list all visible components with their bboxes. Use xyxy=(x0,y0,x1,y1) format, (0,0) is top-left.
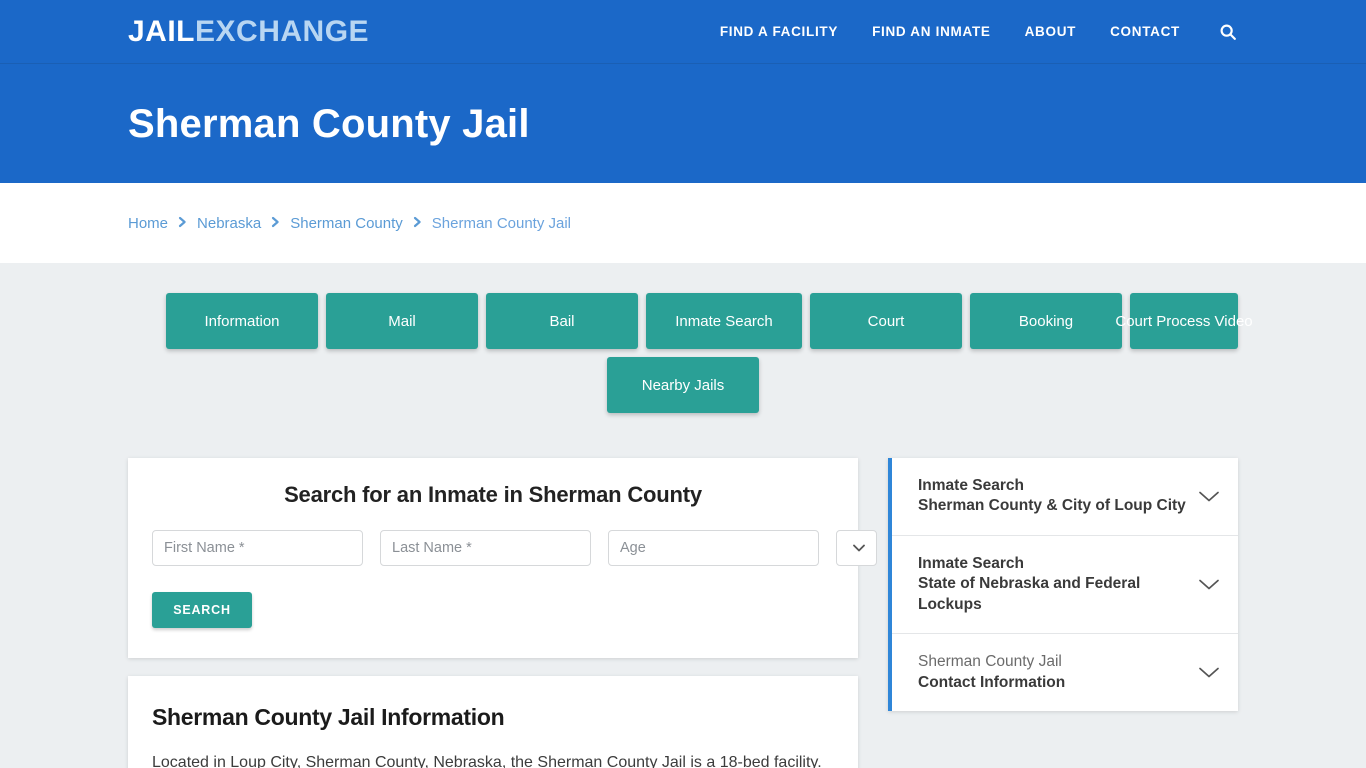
accordion-item-inmate-search-state[interactable]: Inmate Search State of Nebraska and Fede… xyxy=(892,536,1238,635)
search-fields-row: Race xyxy=(152,530,877,566)
accordion-item-line1: Inmate Search xyxy=(918,477,1024,494)
race-select[interactable]: Race xyxy=(836,530,877,566)
accordion-item-line1: Inmate Search xyxy=(918,554,1024,572)
tab-information[interactable]: Information xyxy=(166,293,318,349)
facility-tabs-row-2: Nearby Jails xyxy=(166,357,1238,413)
chevron-right-icon xyxy=(271,216,280,231)
facility-information-card: Sherman County Jail Information Located … xyxy=(128,676,858,768)
age-input[interactable] xyxy=(608,530,819,566)
chevron-right-icon xyxy=(178,216,187,231)
content-grid: Search for an Inmate in Sherman County R… xyxy=(128,458,1238,768)
tab-court-process-video[interactable]: Court Process Video xyxy=(1115,293,1253,349)
chevron-down-icon[interactable] xyxy=(1198,666,1220,679)
tab-mail[interactable]: Mail xyxy=(326,293,478,349)
accordion-item-line2: Contact Information xyxy=(918,673,1066,691)
chevron-down-icon[interactable] xyxy=(1198,490,1220,503)
accordion-item-contact-information[interactable]: Sherman County Jail Contact Information xyxy=(892,634,1238,711)
logo-text-exchange: EXCHANGE xyxy=(195,14,370,48)
accordion-item-text: Inmate Search State of Nebraska and Fede… xyxy=(918,554,1186,615)
last-name-input[interactable] xyxy=(380,530,591,566)
page-hero: Sherman County Jail xyxy=(0,64,1366,183)
search-icon[interactable] xyxy=(1218,22,1238,42)
breadcrumb-item-home[interactable]: Home xyxy=(128,215,168,232)
accordion-item-line1: Sherman County Jail xyxy=(918,653,1062,671)
site-logo[interactable]: JAILEXCHANGE xyxy=(128,14,370,48)
logo-text-jail: JAIL xyxy=(128,14,196,48)
main-column: Search for an Inmate in Sherman County R… xyxy=(128,458,877,768)
info-paragraph-text: Located in Loup City, Sherman County, Ne… xyxy=(152,754,822,768)
facility-tabs: Information Mail Bail Inmate Search Cour… xyxy=(128,293,1253,413)
facility-information-body: Located in Loup City, Sherman County, Ne… xyxy=(152,751,834,768)
accordion-item-text: Inmate Search Sherman County & City of L… xyxy=(918,476,1186,517)
sidebar-column: Inmate Search Sherman County & City of L… xyxy=(888,458,1238,712)
accordion-item-line2: State of Nebraska and Federal Lockups xyxy=(918,575,1141,613)
tab-booking[interactable]: Booking xyxy=(970,293,1122,349)
tab-nearby-jails[interactable]: Nearby Jails xyxy=(607,357,759,413)
sidebar-accordion: Inmate Search Sherman County & City of L… xyxy=(888,458,1238,712)
nav-link-find-an-inmate[interactable]: FIND AN INMATE xyxy=(872,24,991,39)
facility-tabs-row-1: Information Mail Bail Inmate Search Cour… xyxy=(166,293,1253,349)
page-title: Sherman County Jail xyxy=(128,101,530,146)
breadcrumb-item-sherman-county[interactable]: Sherman County xyxy=(290,215,403,232)
chevron-down-icon[interactable] xyxy=(1198,578,1220,591)
breadcrumb-item-sherman-county-jail[interactable]: Sherman County Jail xyxy=(432,215,571,232)
nav-link-about[interactable]: ABOUT xyxy=(1025,24,1077,39)
search-submit-button[interactable]: SEARCH xyxy=(152,592,252,628)
search-card-title: Search for an Inmate in Sherman County xyxy=(284,482,702,507)
accordion-item-text: Sherman County Jail Contact Information xyxy=(918,652,1186,693)
accordion-item-inmate-search-county[interactable]: Inmate Search Sherman County & City of L… xyxy=(892,458,1238,536)
facility-information-title: Sherman County Jail Information xyxy=(152,704,505,730)
breadcrumb-item-nebraska[interactable]: Nebraska xyxy=(197,215,261,232)
primary-nav-links: FIND A FACILITY FIND AN INMATE ABOUT CON… xyxy=(720,22,1238,42)
inmate-search-card: Search for an Inmate in Sherman County R… xyxy=(128,458,877,658)
first-name-input[interactable] xyxy=(152,530,363,566)
tab-inmate-search[interactable]: Inmate Search xyxy=(646,293,802,349)
breadcrumb: Home Nebraska Sherman County Sherman Cou… xyxy=(128,215,571,232)
top-navigation-bar: JAILEXCHANGE FIND A FACILITY FIND AN INM… xyxy=(0,0,1366,64)
tab-court[interactable]: Court xyxy=(810,293,962,349)
chevron-right-icon xyxy=(413,216,422,231)
page-body: Information Mail Bail Inmate Search Cour… xyxy=(0,263,1366,768)
tab-bail[interactable]: Bail xyxy=(486,293,638,349)
nav-link-contact[interactable]: CONTACT xyxy=(1110,24,1180,39)
accordion-item-line2: Sherman County & City of Loup City xyxy=(918,497,1186,515)
nav-link-find-a-facility[interactable]: FIND A FACILITY xyxy=(720,24,838,39)
race-select-wrapper: Race xyxy=(836,530,877,566)
breadcrumb-bar: Home Nebraska Sherman County Sherman Cou… xyxy=(0,183,1366,263)
